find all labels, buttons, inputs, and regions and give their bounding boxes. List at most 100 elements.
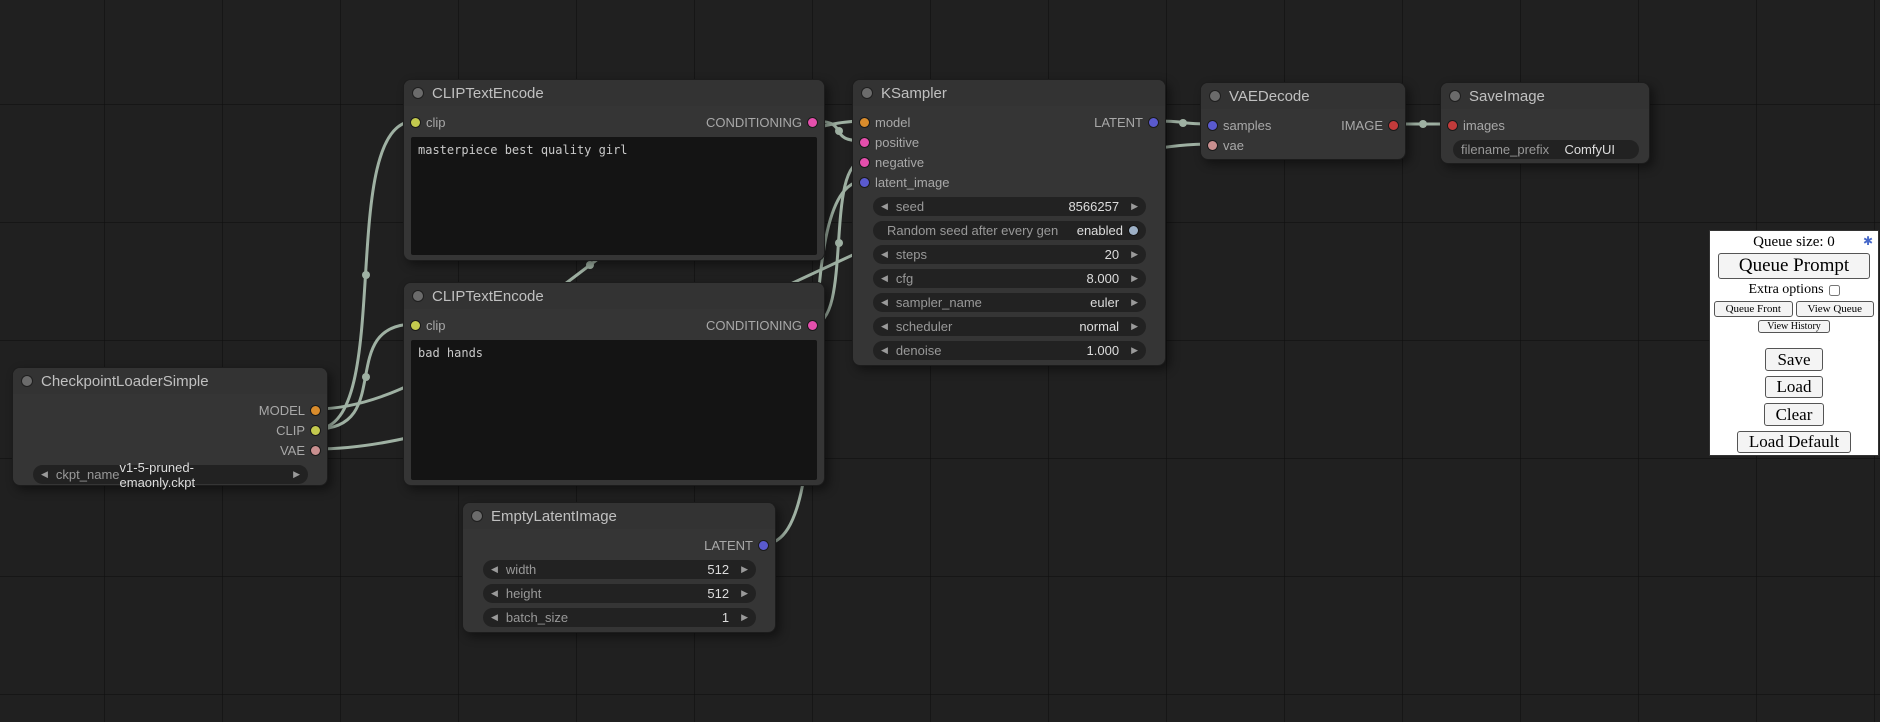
denoise-widget[interactable]: ◀ denoise 1.000 ▶ [873,341,1146,360]
decrement-arrow-icon[interactable]: ◀ [491,613,498,622]
input-slot-model-dot[interactable] [860,118,869,127]
widget-label: batch_size [506,610,568,625]
decrement-arrow-icon[interactable]: ◀ [881,202,888,211]
decrement-arrow-icon[interactable]: ◀ [491,589,498,598]
input-slot-clip-dot[interactable] [411,321,420,330]
seed-widget[interactable]: ◀ seed 8566257 ▶ [873,197,1146,216]
increment-arrow-icon[interactable]: ▶ [1131,274,1138,283]
node-title-bar[interactable]: EmptyLatentImage [463,503,775,529]
view-queue-button[interactable]: View Queue [1796,301,1875,317]
increment-arrow-icon[interactable]: ▶ [1131,322,1138,331]
increment-arrow-icon[interactable]: ▶ [1131,298,1138,307]
ckpt-name-widget[interactable]: ◀ ckpt_name v1-5-pruned-emaonly.ckpt ▶ [33,465,308,484]
link-midpoint-dot [835,239,843,247]
decrement-arrow-icon[interactable]: ◀ [491,565,498,574]
sampler-name-widget[interactable]: ◀ sampler_name euler ▶ [873,293,1146,312]
input-slot-samples-dot[interactable] [1208,121,1217,130]
view-history-button[interactable]: View History [1758,320,1830,333]
node-title-bar[interactable]: CheckpointLoaderSimple [13,368,327,394]
input-slot-images-dot[interactable] [1448,121,1457,130]
link-midpoint-dot [362,271,370,279]
node-empty-latent-image[interactable]: EmptyLatentImage LATENT ◀ width 512 ▶ ◀ … [462,502,776,633]
decrement-arrow-icon[interactable]: ◀ [881,322,888,331]
decrement-arrow-icon[interactable]: ◀ [41,470,48,479]
widget-value: 1 [722,610,739,625]
node-clip-text-encode-negative[interactable]: CLIPTextEncode clip CONDITIONING bad han… [403,282,825,486]
prompt-text-input[interactable]: masterpiece best quality girl [411,137,817,255]
increment-arrow-icon[interactable]: ▶ [1131,250,1138,259]
collapse-dot-icon[interactable] [22,376,32,386]
widget-value: euler [1090,295,1129,310]
increment-arrow-icon[interactable]: ▶ [1131,346,1138,355]
input-slot-label: samples [1223,118,1271,133]
widget-label: Random seed after every gen [887,223,1058,238]
collapse-dot-icon[interactable] [413,291,423,301]
queue-front-button[interactable]: Queue Front [1714,301,1793,317]
node-title-bar[interactable]: KSampler [853,80,1165,106]
width-widget[interactable]: ◀ width 512 ▶ [483,560,756,579]
widget-value: 8566257 [1068,199,1129,214]
random-seed-toggle-widget[interactable]: Random seed after every gen enabled [873,221,1146,240]
output-slot-clip-dot[interactable] [311,426,320,435]
input-slot-latent-image-dot[interactable] [860,178,869,187]
node-clip-text-encode-positive[interactable]: CLIPTextEncode clip CONDITIONING masterp… [403,79,825,261]
increment-arrow-icon[interactable]: ▶ [293,470,300,479]
filename-prefix-widget[interactable]: filename_prefix ComfyUI [1453,140,1639,159]
output-slot-conditioning-dot[interactable] [808,118,817,127]
input-slot-positive-dot[interactable] [860,138,869,147]
output-slot-model-dot[interactable] [311,406,320,415]
input-slot-clip-dot[interactable] [411,118,420,127]
node-title: CLIPTextEncode [432,85,544,102]
cfg-widget[interactable]: ◀ cfg 8.000 ▶ [873,269,1146,288]
link-midpoint-dot [1179,119,1187,127]
input-slot-negative-dot[interactable] [860,158,869,167]
decrement-arrow-icon[interactable]: ◀ [881,298,888,307]
load-default-button[interactable]: Load Default [1737,431,1851,453]
increment-arrow-icon[interactable]: ▶ [741,565,748,574]
scheduler-widget[interactable]: ◀ scheduler normal ▶ [873,317,1146,336]
widget-value: 512 [707,586,739,601]
increment-arrow-icon[interactable]: ▶ [741,589,748,598]
node-ksampler[interactable]: KSampler model LATENT positive negative … [852,79,1166,366]
input-slot-label: positive [875,135,919,150]
widget-label: cfg [896,271,913,286]
decrement-arrow-icon[interactable]: ◀ [881,346,888,355]
output-slot-image-dot[interactable] [1389,121,1398,130]
input-slot-vae-dot[interactable] [1208,141,1217,150]
queue-prompt-button[interactable]: Queue Prompt [1718,253,1870,279]
collapse-dot-icon[interactable] [862,88,872,98]
node-title-bar[interactable]: CLIPTextEncode [404,80,824,106]
output-slot-label: LATENT [704,538,753,553]
steps-widget[interactable]: ◀ steps 20 ▶ [873,245,1146,264]
node-checkpoint-loader-simple[interactable]: CheckpointLoaderSimple MODEL CLIP VAE ◀ … [12,367,328,486]
node-title-bar[interactable]: VAEDecode [1201,83,1405,109]
output-slot-latent-dot[interactable] [1149,118,1158,127]
load-button[interactable]: Load [1765,376,1824,399]
node-title-bar[interactable]: CLIPTextEncode [404,283,824,309]
batch-size-widget[interactable]: ◀ batch_size 1 ▶ [483,608,756,627]
increment-arrow-icon[interactable]: ▶ [1131,202,1138,211]
collapse-dot-icon[interactable] [1450,91,1460,101]
height-widget[interactable]: ◀ height 512 ▶ [483,584,756,603]
extra-options-checkbox[interactable] [1829,285,1840,296]
node-graph-canvas[interactable]: CheckpointLoaderSimple MODEL CLIP VAE ◀ … [0,0,1880,722]
node-vae-decode[interactable]: VAEDecode samples IMAGE vae [1200,82,1406,160]
increment-arrow-icon[interactable]: ▶ [741,613,748,622]
output-slot-vae-dot[interactable] [311,446,320,455]
settings-icon[interactable]: ✱ [1863,235,1873,247]
decrement-arrow-icon[interactable]: ◀ [881,250,888,259]
collapse-dot-icon[interactable] [472,511,482,521]
decrement-arrow-icon[interactable]: ◀ [881,274,888,283]
collapse-dot-icon[interactable] [1210,91,1220,101]
node-title-bar[interactable]: SaveImage [1441,83,1649,109]
output-slot-latent-dot[interactable] [759,541,768,550]
widget-label: denoise [896,343,942,358]
toggle-on-dot[interactable] [1129,226,1138,235]
collapse-dot-icon[interactable] [413,88,423,98]
node-title: KSampler [881,85,947,102]
output-slot-conditioning-dot[interactable] [808,321,817,330]
save-button[interactable]: Save [1765,348,1822,371]
prompt-text-input[interactable]: bad hands [411,340,817,480]
node-save-image[interactable]: SaveImage images filename_prefix ComfyUI [1440,82,1650,164]
clear-button[interactable]: Clear [1764,403,1825,426]
